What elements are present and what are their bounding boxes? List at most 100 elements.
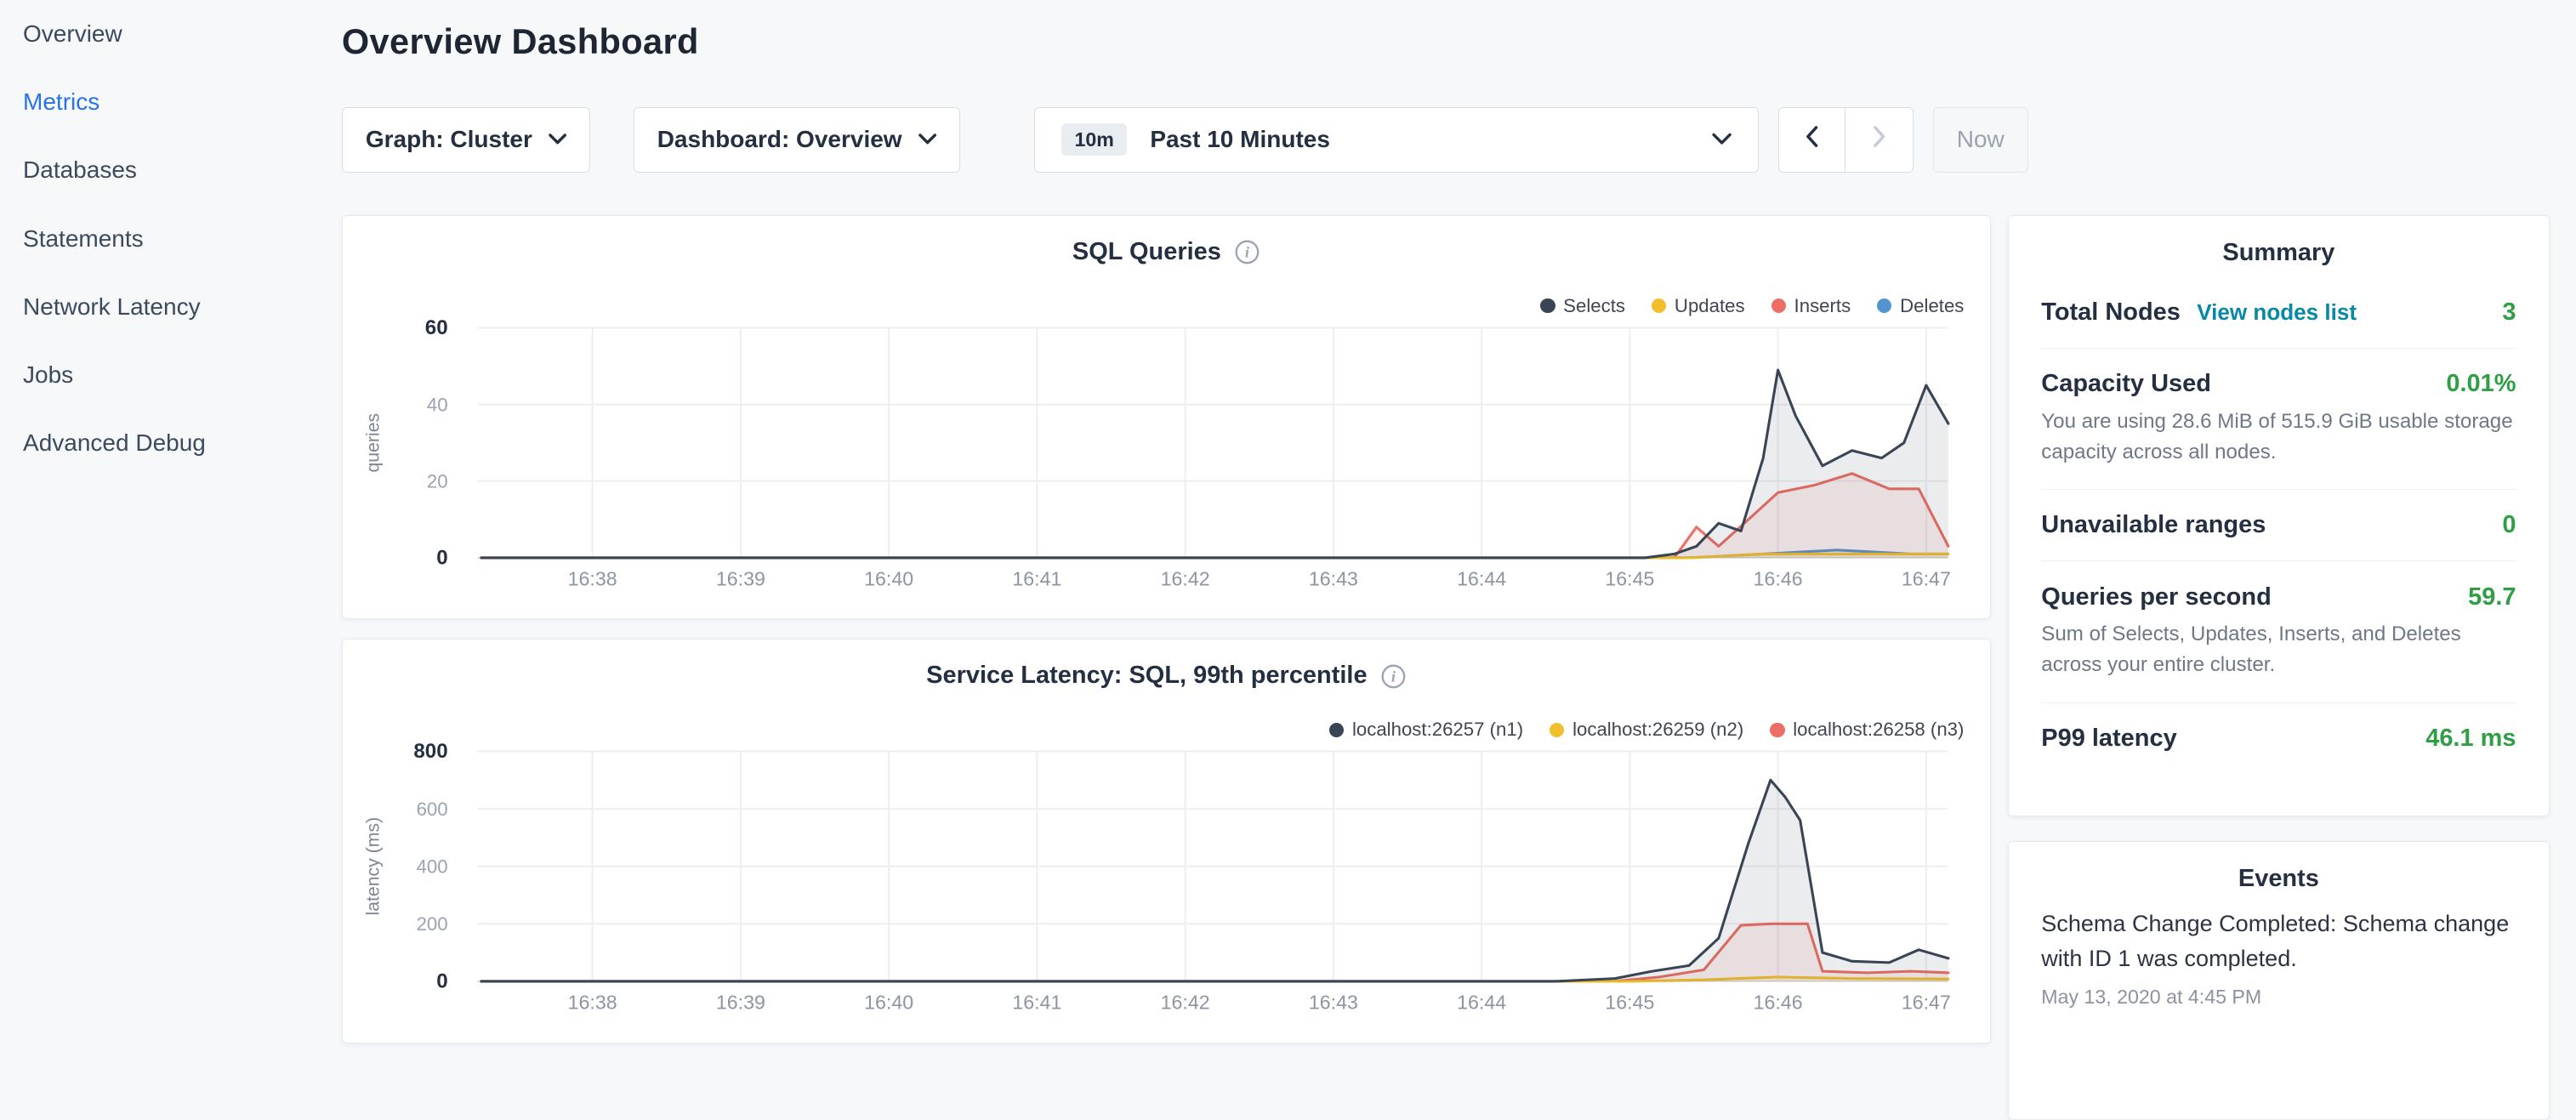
- svg-text:20: 20: [427, 470, 448, 492]
- chevron-down-icon: [549, 134, 566, 145]
- sidebar-item-advanced-debug[interactable]: Advanced Debug: [0, 409, 322, 477]
- series-area-selects: [481, 370, 1948, 558]
- legend-item-deletes[interactable]: Deletes: [1877, 295, 1964, 317]
- now-button[interactable]: Now: [1933, 107, 2028, 173]
- summary-label: Total Nodes: [2041, 298, 2181, 327]
- summary-description: Sum of Selects, Updates, Inserts, and De…: [2041, 619, 2516, 680]
- sidebar-item-network-latency[interactable]: Network Latency: [0, 273, 322, 341]
- chevron-right-icon: [1873, 126, 1885, 153]
- event-text: Schema Change Completed: Schema change w…: [2041, 907, 2516, 978]
- events-card: Events Schema Change Completed: Schema c…: [2008, 841, 2550, 1120]
- svg-text:16:44: 16:44: [1457, 992, 1506, 1014]
- legend-label: localhost:26258 (n3): [1793, 719, 1964, 741]
- legend-label: Inserts: [1794, 295, 1851, 317]
- chart-title: SQL Queries: [1072, 238, 1221, 266]
- legend-label: localhost:26257 (n1): [1352, 719, 1523, 741]
- legend-item-localhost-26258-n3[interactable]: localhost:26258 (n3): [1770, 719, 1964, 741]
- svg-text:600: 600: [416, 799, 447, 820]
- chart-title: Service Latency: SQL, 99th percentile: [926, 662, 1367, 690]
- next-time-window-button[interactable]: [1845, 107, 1913, 173]
- events-list: Schema Change Completed: Schema change w…: [2041, 907, 2516, 1009]
- page-title: Overview Dashboard: [342, 21, 699, 62]
- service-latency-plot[interactable]: 020040060080016:3816:3916:4016:4116:4216…: [343, 738, 1993, 1031]
- time-range-dropdown[interactable]: 10m Past 10 Minutes: [1034, 107, 1759, 173]
- svg-text:60: 60: [425, 316, 448, 339]
- summary-row-total-nodes: Total NodesView nodes list3: [2041, 277, 2516, 348]
- legend-dot-icon: [1770, 723, 1784, 737]
- dashboard-selector-dropdown[interactable]: Dashboard: Overview: [634, 107, 960, 173]
- summary-card: Summary Total NodesView nodes list3Capac…: [2008, 215, 2550, 816]
- view-nodes-list-link[interactable]: View nodes list: [2197, 299, 2357, 326]
- chart-legend: Selects Updates Inserts Deletes: [1514, 295, 1964, 317]
- svg-text:16:40: 16:40: [864, 992, 913, 1014]
- summary-value: 0.01%: [2446, 370, 2516, 398]
- legend-item-selects[interactable]: Selects: [1540, 295, 1625, 317]
- summary-label: P99 latency: [2041, 725, 2176, 753]
- svg-text:i: i: [1245, 244, 1250, 261]
- sidebar-item-jobs[interactable]: Jobs: [0, 341, 322, 409]
- summary-row-unavailable-ranges: Unavailable ranges0: [2041, 489, 2516, 560]
- legend-item-inserts[interactable]: Inserts: [1771, 295, 1851, 317]
- svg-text:40: 40: [427, 394, 448, 415]
- sidebar-item-metrics[interactable]: Metrics: [0, 68, 322, 136]
- sql-queries-chart-card: SQL Queries i Selects Updates Inserts Delet…: [342, 215, 1992, 619]
- summary-rows: Total NodesView nodes list3Capacity Used…: [2041, 277, 2516, 774]
- chevron-down-icon: [918, 134, 936, 145]
- sidebar: OverviewMetricsDatabasesStatementsNetwor…: [0, 0, 322, 1051]
- legend-dot-icon: [1550, 723, 1564, 737]
- info-icon[interactable]: i: [1380, 663, 1407, 690]
- event-item: Schema Change Completed: Schema change w…: [2041, 907, 2516, 1009]
- sidebar-item-overview[interactable]: Overview: [0, 0, 322, 68]
- legend-dot-icon: [1877, 298, 1891, 313]
- legend-dot-icon: [1329, 723, 1344, 737]
- svg-text:i: i: [1391, 668, 1396, 685]
- svg-text:queries: queries: [362, 413, 383, 473]
- sidebar-item-databases[interactable]: Databases: [0, 136, 322, 204]
- svg-text:16:43: 16:43: [1309, 992, 1358, 1014]
- chart-legend: localhost:26257 (n1) localhost:26259 (n2)…: [1303, 719, 1964, 741]
- legend-dot-icon: [1771, 298, 1786, 313]
- summary-value: 46.1 ms: [2425, 725, 2516, 753]
- svg-text:0: 0: [436, 970, 447, 993]
- svg-text:16:41: 16:41: [1012, 568, 1061, 590]
- summary-label: Unavailable ranges: [2041, 511, 2266, 539]
- summary-description: You are using 28.6 MiB of 515.9 GiB usab…: [2041, 406, 2516, 468]
- graph-selector-dropdown[interactable]: Graph: Cluster: [342, 107, 591, 173]
- summary-title: Summary: [2041, 236, 2516, 267]
- svg-text:16:46: 16:46: [1753, 568, 1802, 590]
- toolbar: Graph: Cluster Dashboard: Overview 10m P…: [342, 107, 2028, 173]
- time-pager: [1778, 107, 1913, 173]
- summary-label: Capacity Used: [2041, 370, 2211, 398]
- info-icon[interactable]: i: [1234, 239, 1260, 265]
- legend-label: Selects: [1563, 295, 1625, 317]
- svg-text:16:47: 16:47: [1902, 992, 1951, 1014]
- previous-time-window-button[interactable]: [1778, 107, 1845, 173]
- graph-selector-label: Graph: Cluster: [366, 126, 532, 153]
- time-range-label: Past 10 Minutes: [1150, 126, 1330, 153]
- svg-text:16:45: 16:45: [1605, 568, 1654, 590]
- sidebar-nav: OverviewMetricsDatabasesStatementsNetwor…: [0, 0, 322, 477]
- legend-item-updates[interactable]: Updates: [1652, 295, 1745, 317]
- events-title: Events: [2041, 861, 2516, 893]
- svg-text:16:42: 16:42: [1160, 568, 1209, 590]
- svg-text:800: 800: [413, 741, 447, 764]
- svg-text:16:39: 16:39: [716, 568, 765, 590]
- svg-text:400: 400: [416, 856, 447, 878]
- series-area-localhost-26257-n1: [481, 781, 1948, 982]
- legend-label: Updates: [1675, 295, 1745, 317]
- sql-queries-plot[interactable]: 020406016:3816:3916:4016:4116:4216:4316:…: [343, 315, 1993, 607]
- svg-text:200: 200: [416, 913, 447, 935]
- svg-text:latency (ms): latency (ms): [362, 817, 383, 916]
- legend-dot-icon: [1652, 298, 1666, 313]
- sidebar-item-statements[interactable]: Statements: [0, 204, 322, 272]
- summary-row-capacity-used: Capacity Used 0.01% You are using 28.6 MiB…: [2041, 348, 2516, 489]
- svg-text:16:41: 16:41: [1012, 992, 1061, 1014]
- summary-row-p99-latency: P99 latency 46.1 ms: [2041, 702, 2516, 774]
- svg-text:16:38: 16:38: [567, 992, 617, 1014]
- legend-item-localhost-26259-n2[interactable]: localhost:26259 (n2): [1550, 719, 1743, 741]
- legend-item-localhost-26257-n1[interactable]: localhost:26257 (n1): [1329, 719, 1523, 741]
- svg-text:16:44: 16:44: [1457, 568, 1506, 590]
- legend-label: Deletes: [1900, 295, 1964, 317]
- service-latency-chart-card: Service Latency: SQL, 99th percentile i …: [342, 639, 1992, 1043]
- svg-text:0: 0: [436, 547, 447, 570]
